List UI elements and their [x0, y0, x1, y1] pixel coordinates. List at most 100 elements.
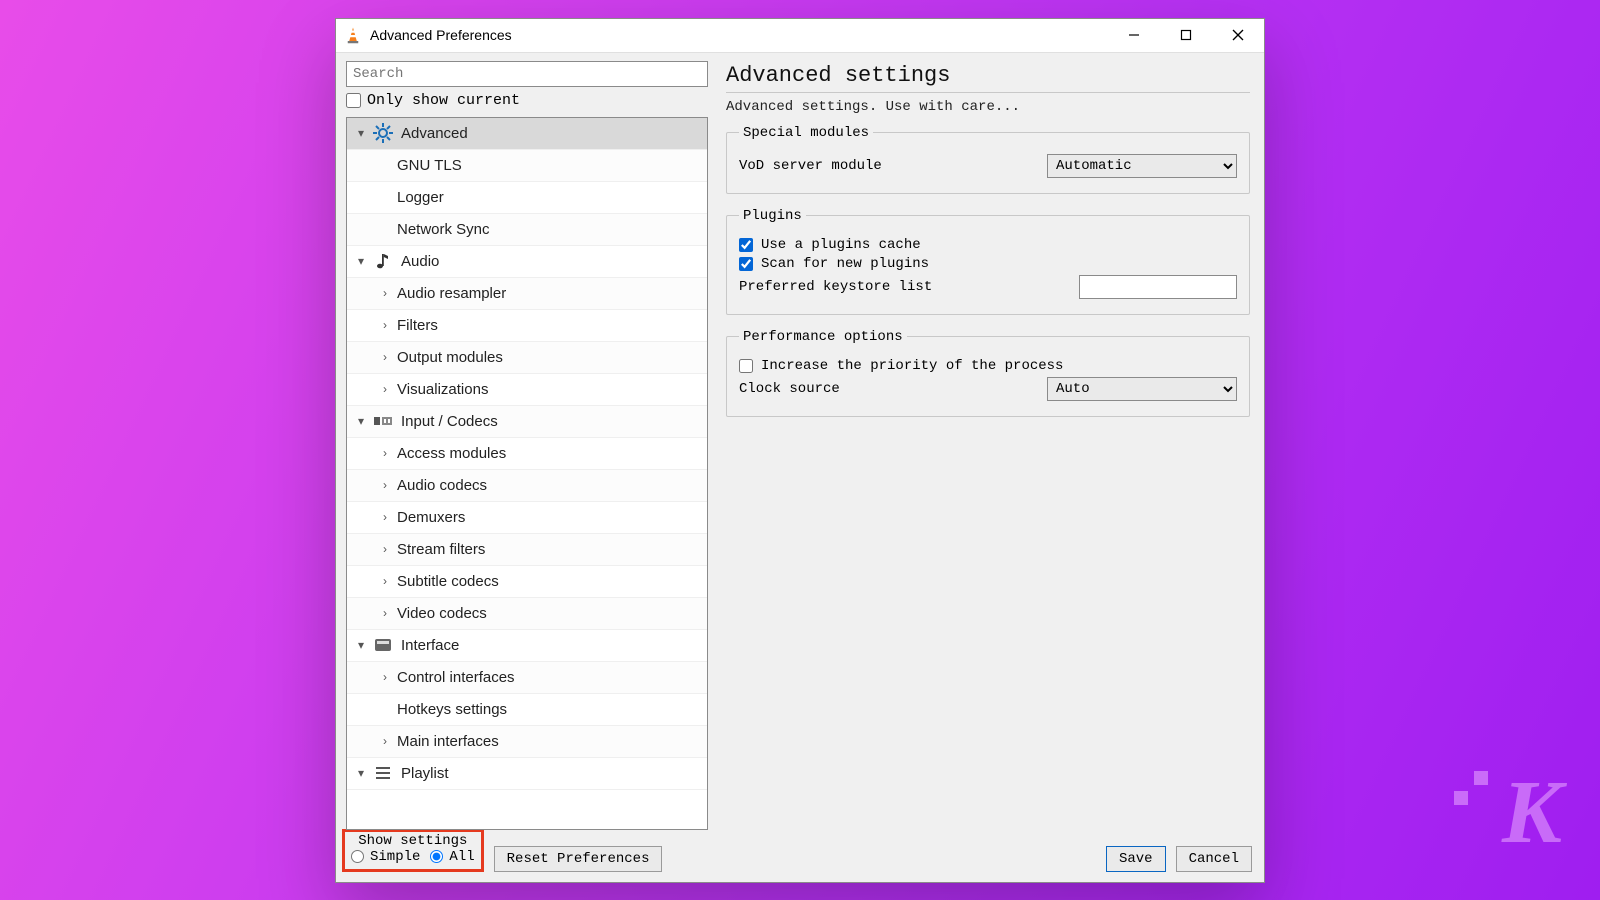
chevron-down-icon[interactable]: ▾ — [353, 254, 369, 268]
increase-priority-checkbox[interactable] — [739, 359, 753, 373]
performance-group: Performance options Increase the priorit… — [726, 329, 1250, 417]
chevron-down-icon[interactable]: ▾ — [353, 414, 369, 428]
simple-radio[interactable] — [351, 850, 364, 863]
tree-item-interface[interactable]: ▾ Interface — [347, 630, 707, 662]
increase-priority-label: Increase the priority of the process — [761, 358, 1063, 374]
chevron-right-icon[interactable]: › — [377, 382, 393, 396]
chevron-right-icon[interactable]: › — [377, 574, 393, 588]
chevron-right-icon[interactable]: › — [377, 510, 393, 524]
tree-item-filters[interactable]: › Filters — [347, 310, 707, 342]
chevron-right-icon[interactable]: › — [377, 350, 393, 364]
plugins-cache-label: Use a plugins cache — [761, 237, 921, 253]
tree-item-audio[interactable]: ▾ Audio — [347, 246, 707, 278]
tree-item-audio-codecs[interactable]: › Audio codecs — [347, 470, 707, 502]
settings-tree: ▾ Advanced GNU TLS Logger Network Sync ▾ Audio… — [346, 117, 708, 830]
tree-item-label: Audio — [401, 253, 439, 270]
tree-item-label: Main interfaces — [397, 733, 499, 750]
chevron-right-icon[interactable]: › — [377, 670, 393, 684]
settings-tree-scroll[interactable]: ▾ Advanced GNU TLS Logger Network Sync ▾ Audio… — [347, 118, 707, 829]
simple-label: Simple — [370, 849, 420, 865]
plugins-cache-checkbox[interactable] — [739, 238, 753, 252]
special-modules-legend: Special modules — [739, 125, 873, 141]
chevron-down-icon[interactable]: ▾ — [353, 638, 369, 652]
tree-item-label: Input / Codecs — [401, 413, 498, 430]
chevron-right-icon[interactable]: › — [377, 734, 393, 748]
tree-item-network-sync[interactable]: Network Sync — [347, 214, 707, 246]
note-icon — [373, 251, 393, 271]
scan-plugins-checkbox[interactable] — [739, 257, 753, 271]
show-settings-title: Show settings — [351, 833, 475, 849]
chevron-right-icon[interactable]: › — [377, 286, 393, 300]
tree-item-subtitle-codecs[interactable]: › Subtitle codecs — [347, 566, 707, 598]
chevron-right-icon[interactable]: › — [377, 446, 393, 460]
tree-item-label: Hotkeys settings — [397, 701, 507, 718]
tree-item-main-interfaces[interactable]: › Main interfaces — [347, 726, 707, 758]
plugins-legend: Plugins — [739, 208, 806, 224]
tree-item-playlist[interactable]: ▾ Playlist — [347, 758, 707, 790]
cancel-button[interactable]: Cancel — [1176, 846, 1252, 872]
tree-item-label: Audio codecs — [397, 477, 487, 494]
keystore-input[interactable] — [1079, 275, 1237, 299]
close-button[interactable] — [1212, 19, 1264, 52]
tree-item-gnu-tls[interactable]: GNU TLS — [347, 150, 707, 182]
tree-item-logger[interactable]: Logger — [347, 182, 707, 214]
tree-item-label: Access modules — [397, 445, 506, 462]
tree-item-label: Interface — [401, 637, 459, 654]
tree-item-advanced[interactable]: ▾ Advanced — [347, 118, 707, 150]
tree-item-video-codecs[interactable]: › Video codecs — [347, 598, 707, 630]
chevron-right-icon[interactable]: › — [377, 318, 393, 332]
maximize-button[interactable] — [1160, 19, 1212, 52]
tree-item-label: Filters — [397, 317, 438, 334]
tree-item-label: Stream filters — [397, 541, 485, 558]
tree-item-label: Logger — [397, 189, 444, 206]
vod-label: VoD server module — [739, 158, 1039, 174]
only-show-current-checkbox[interactable] — [346, 93, 361, 108]
interface-icon — [373, 635, 393, 655]
tree-item-visualizations[interactable]: › Visualizations — [347, 374, 707, 406]
tree-item-label: Subtitle codecs — [397, 573, 499, 590]
tree-item-label: Demuxers — [397, 509, 465, 526]
plugins-group: Plugins Use a plugins cache Scan for new… — [726, 208, 1250, 315]
tree-item-demuxers[interactable]: › Demuxers — [347, 502, 707, 534]
window-title: Advanced Preferences — [370, 27, 512, 43]
search-input[interactable] — [346, 61, 708, 87]
save-button[interactable]: Save — [1106, 846, 1166, 872]
tree-item-stream-filters[interactable]: › Stream filters — [347, 534, 707, 566]
reset-button[interactable]: Reset Preferences — [494, 846, 663, 872]
vlc-cone-icon — [344, 26, 362, 44]
keystore-label: Preferred keystore list — [739, 279, 1071, 295]
tree-item-hotkeys-settings[interactable]: Hotkeys settings — [347, 694, 707, 726]
tree-item-label: Advanced — [401, 125, 468, 142]
codec-icon — [373, 411, 393, 431]
all-radio[interactable] — [430, 850, 443, 863]
content-area: Only show current ▾ Advanced GNU TLS Logger… — [336, 53, 1264, 830]
all-label: All — [449, 849, 474, 865]
minimize-button[interactable] — [1108, 19, 1160, 52]
tree-item-label: Playlist — [401, 765, 449, 782]
tree-item-audio-resampler[interactable]: › Audio resampler — [347, 278, 707, 310]
only-show-current-row[interactable]: Only show current — [346, 92, 708, 109]
chevron-right-icon[interactable]: › — [377, 542, 393, 556]
tree-item-label: Video codecs — [397, 605, 487, 622]
chevron-right-icon[interactable]: › — [377, 606, 393, 620]
tree-item-label: Visualizations — [397, 381, 488, 398]
tree-item-output-modules[interactable]: › Output modules — [347, 342, 707, 374]
tree-item-label: Audio resampler — [397, 285, 506, 302]
chevron-right-icon[interactable]: › — [377, 478, 393, 492]
left-panel: Only show current ▾ Advanced GNU TLS Logger… — [346, 61, 708, 830]
tree-item-input-codecs[interactable]: ▾ Input / Codecs — [347, 406, 707, 438]
page-subtitle: Advanced settings. Use with care... — [726, 99, 1250, 115]
only-show-current-label: Only show current — [367, 92, 520, 109]
chevron-down-icon[interactable]: ▾ — [353, 126, 369, 140]
watermark-k-icon: K — [1502, 761, 1562, 864]
clock-combo[interactable]: Auto — [1047, 377, 1237, 401]
chevron-down-icon[interactable]: ▾ — [353, 766, 369, 780]
tree-item-label: Output modules — [397, 349, 503, 366]
tree-item-label: Control interfaces — [397, 669, 515, 686]
special-modules-group: Special modules VoD server module Automa… — [726, 125, 1250, 194]
titlebar: Advanced Preferences — [336, 19, 1264, 53]
tree-item-control-interfaces[interactable]: › Control interfaces — [347, 662, 707, 694]
vod-combo[interactable]: Automatic — [1047, 154, 1237, 178]
tree-item-label: Network Sync — [397, 221, 490, 238]
tree-item-access-modules[interactable]: › Access modules — [347, 438, 707, 470]
